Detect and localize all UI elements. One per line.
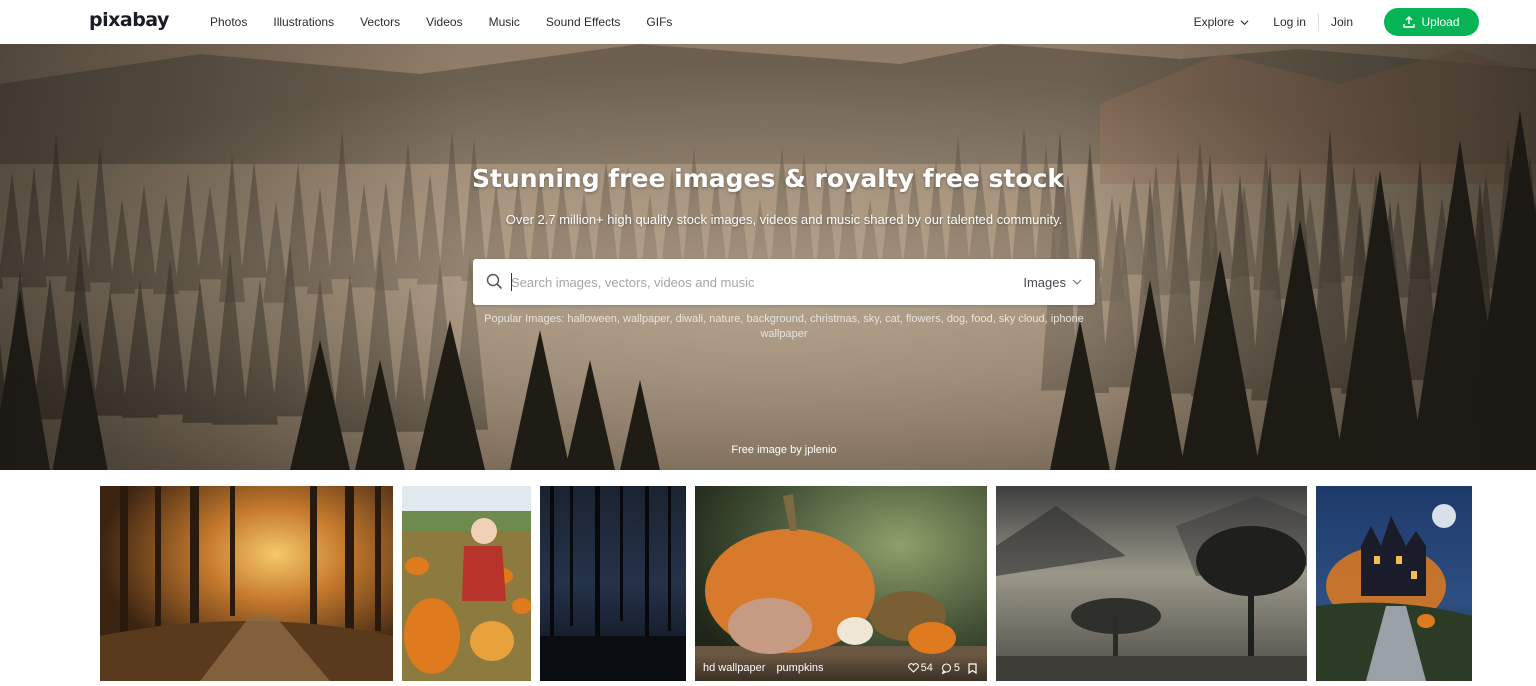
search-bar: Images xyxy=(473,259,1095,305)
comment-button[interactable]: 5 xyxy=(941,662,960,674)
nav-vectors[interactable]: Vectors xyxy=(360,15,400,29)
image-foggy-tree xyxy=(996,486,1307,681)
nav-sound-effects[interactable]: Sound Effects xyxy=(546,15,621,29)
hero-banner: Stunning free images & royalty free stoc… xyxy=(0,44,1536,470)
comment-count: 5 xyxy=(953,662,960,674)
hero-title: Stunning free images & royalty free stoc… xyxy=(471,164,1065,193)
join-link[interactable]: Join xyxy=(1331,15,1353,29)
image-pumpkin-child xyxy=(402,486,531,681)
image-pumpkins xyxy=(695,486,987,681)
popular-tags[interactable]: halloween, wallpaper, diwali, nature, ba… xyxy=(567,313,1083,340)
media-type-dropdown[interactable]: Images xyxy=(1023,259,1082,305)
nav-photos[interactable]: Photos xyxy=(210,15,247,29)
popular-label: Popular Images: xyxy=(484,313,565,325)
pixabay-logo[interactable]: pixabay xyxy=(89,9,169,31)
image-haunted-house xyxy=(1316,486,1472,681)
gallery-image-forest-path[interactable] xyxy=(100,486,393,681)
heart-icon xyxy=(907,663,919,673)
hero-subtitle: Over 2.7 million+ high quality stock ima… xyxy=(505,212,1063,227)
search-input[interactable] xyxy=(511,259,991,305)
gallery-image-dark-forest[interactable] xyxy=(540,486,686,681)
image-overlay: hd wallpaper pumpkins 54 5 xyxy=(695,655,987,681)
top-navbar: pixabay Photos Illustrations Vectors Vid… xyxy=(0,0,1536,44)
upload-button[interactable]: Upload xyxy=(1384,8,1479,36)
popular-searches: Popular Images: halloween, wallpaper, di… xyxy=(473,312,1095,342)
gallery-image-pumpkins[interactable]: hd wallpaper pumpkins 54 5 xyxy=(695,486,987,681)
divider xyxy=(1317,13,1319,31)
nav-gifs[interactable]: GIFs xyxy=(646,15,672,29)
hero-background-image xyxy=(0,44,1536,470)
tag-link[interactable]: hd wallpaper xyxy=(703,662,765,674)
image-forest-path xyxy=(100,486,393,681)
bookmark-icon xyxy=(968,662,977,674)
image-stats: 54 5 xyxy=(900,662,979,674)
upload-icon xyxy=(1403,16,1416,28)
media-type-label: Images xyxy=(1023,274,1066,290)
comment-icon xyxy=(941,662,951,674)
login-link[interactable]: Log in xyxy=(1273,15,1306,29)
nav-illustrations[interactable]: Illustrations xyxy=(273,15,334,29)
gallery-image-foggy-tree[interactable] xyxy=(996,486,1307,681)
like-button[interactable]: 54 xyxy=(907,662,933,674)
nav-music[interactable]: Music xyxy=(489,15,520,29)
upload-label: Upload xyxy=(1421,15,1460,29)
image-dark-forest xyxy=(540,486,686,681)
nav-videos[interactable]: Videos xyxy=(426,15,462,29)
account-nav: Explore Log in Join Upload xyxy=(1194,0,1479,44)
chevron-down-icon xyxy=(1240,19,1249,25)
text-cursor xyxy=(511,273,512,291)
explore-label: Explore xyxy=(1193,15,1235,29)
main-nav: Photos Illustrations Vectors Videos Musi… xyxy=(210,0,698,44)
bookmark-button[interactable] xyxy=(968,662,979,674)
explore-menu[interactable]: Explore xyxy=(1194,15,1250,29)
gallery-image-pumpkin-child[interactable] xyxy=(402,486,531,681)
image-tags: hd wallpaper pumpkins xyxy=(703,662,832,674)
chevron-down-icon xyxy=(1072,279,1082,285)
gallery-image-haunted-house[interactable] xyxy=(1316,486,1472,681)
search-icon[interactable] xyxy=(486,273,503,290)
like-count: 54 xyxy=(920,662,933,674)
tag-link[interactable]: pumpkins xyxy=(776,662,823,674)
image-credit[interactable]: Free image by jplenio xyxy=(0,444,1536,456)
